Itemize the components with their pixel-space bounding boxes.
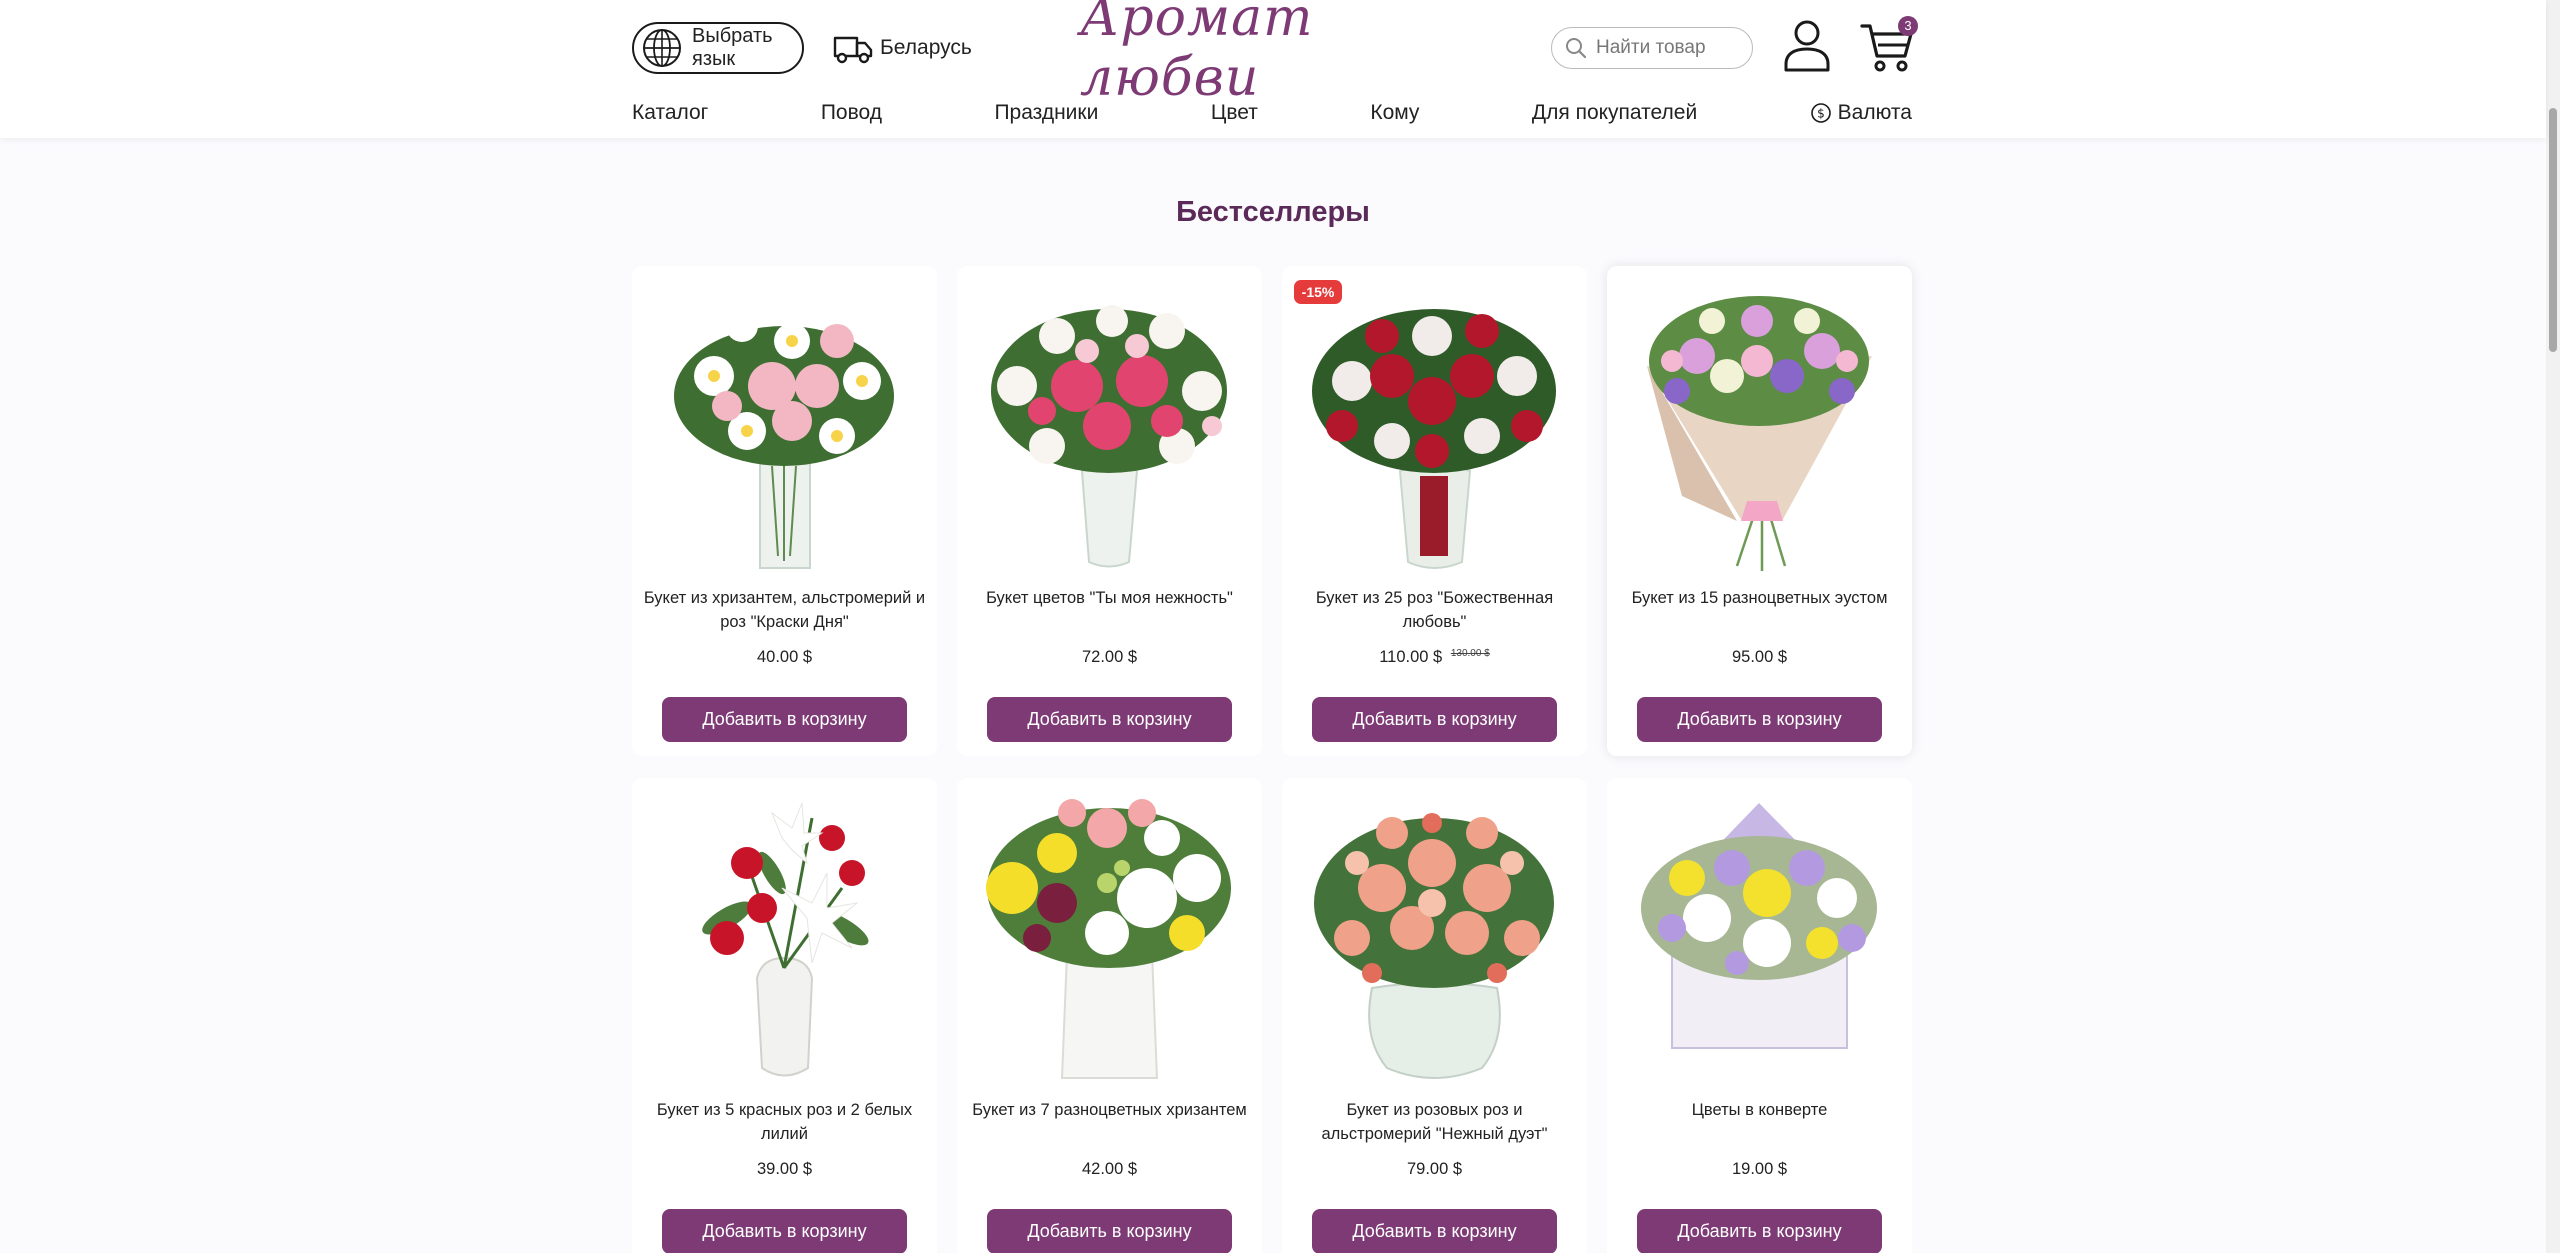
currency-icon: $ (1810, 103, 1831, 123)
add-to-cart-button[interactable]: Добавить в корзину (987, 1209, 1232, 1253)
search-input[interactable] (1596, 37, 1746, 59)
nav-catalog[interactable]: Каталог (632, 101, 708, 125)
site-logo[interactable]: Аромат любви (1080, 0, 1440, 108)
product-card: Букет из 5 красных роз и 2 белых лилий 3… (632, 778, 937, 1253)
current-price: 110.00 $ (1379, 648, 1443, 666)
globe-icon (643, 29, 681, 67)
product-card: Букет из 15 разноцветных эустом 95.00 $ … (1607, 266, 1912, 756)
site-header: Выбрать язык Беларусь Аромат любви 3 (0, 0, 2546, 138)
product-image[interactable] (1282, 778, 1587, 1088)
search-icon (1566, 38, 1587, 59)
product-price: 19.00 $ (1607, 1160, 1912, 1179)
product-price: 40.00 $ (632, 648, 937, 667)
product-price: 95.00 $ (1607, 648, 1912, 667)
add-to-cart-button[interactable]: Добавить в корзину (1312, 1209, 1557, 1253)
product-grid: Букет из хризантем, альстромерий и роз "… (632, 266, 1912, 1253)
current-price: 19.00 $ (1731, 1160, 1788, 1178)
product-image[interactable] (1607, 266, 1912, 576)
product-image[interactable] (632, 778, 937, 1088)
product-name[interactable]: Букет из хризантем, альстромерий и роз "… (642, 586, 927, 638)
nav-for-customers[interactable]: Для покупателей (1532, 101, 1697, 125)
main-nav: Каталог Повод Праздники Цвет Кому Для по… (632, 98, 1912, 128)
language-button-label: Выбрать язык (692, 25, 773, 70)
cart-count-badge: 3 (1898, 16, 1918, 36)
current-price: 95.00 $ (1731, 648, 1788, 666)
product-card: Букет цветов "Ты моя нежность" 72.00 $ Д… (957, 266, 1262, 756)
product-name[interactable]: Букет из 5 красных роз и 2 белых лилий (642, 1098, 927, 1150)
product-name[interactable]: Букет цветов "Ты моя нежность" (967, 586, 1252, 638)
add-to-cart-button[interactable]: Добавить в корзину (987, 697, 1232, 742)
product-price: 72.00 $ (957, 648, 1262, 667)
product-name[interactable]: Цветы в конверте (1617, 1098, 1902, 1150)
product-image[interactable] (632, 266, 937, 576)
add-to-cart-button[interactable]: Добавить в корзину (1637, 1209, 1882, 1253)
current-price: 72.00 $ (1081, 648, 1138, 666)
region-label: Беларусь (880, 36, 972, 59)
product-name[interactable]: Букет из розовых роз и альстромерий "Неж… (1292, 1098, 1577, 1150)
product-name[interactable]: Букет из 25 роз "Божественная любовь" (1292, 586, 1577, 638)
current-price: 42.00 $ (1081, 1160, 1138, 1178)
add-to-cart-button[interactable]: Добавить в корзину (1312, 697, 1557, 742)
product-card: -15% Букет из 25 роз "Божественная любов… (1282, 266, 1587, 756)
user-icon[interactable] (1782, 18, 1832, 72)
product-card: Букет из розовых роз и альстромерий "Неж… (1282, 778, 1587, 1253)
product-card: Букет из 7 разноцветных хризантем 42.00 … (957, 778, 1262, 1253)
section-title: Бестселлеры (1176, 196, 1370, 228)
old-price: 130.00 $ (1450, 648, 1490, 659)
current-price: 40.00 $ (756, 648, 813, 666)
current-price: 79.00 $ (1406, 1160, 1463, 1178)
product-price: 110.00 $ 130.00 $ (1282, 648, 1587, 667)
nav-holidays[interactable]: Праздники (994, 101, 1098, 125)
nav-currency[interactable]: $ Валюта (1810, 101, 1912, 125)
product-card: Букет из хризантем, альстромерий и роз "… (632, 266, 937, 756)
language-button[interactable]: Выбрать язык (632, 22, 804, 74)
product-image[interactable] (957, 266, 1262, 576)
current-price: 39.00 $ (756, 1160, 813, 1178)
product-name[interactable]: Букет из 15 разноцветных эустом (1617, 586, 1902, 638)
nav-recipient[interactable]: Кому (1370, 101, 1419, 125)
cart-button[interactable]: 3 (1860, 16, 1920, 74)
product-card: Цветы в конверте 19.00 $ Добавить в корз… (1607, 778, 1912, 1253)
search-box[interactable] (1551, 27, 1753, 69)
truck-icon (833, 36, 873, 64)
product-image[interactable] (1607, 778, 1912, 1088)
currency-label: Валюта (1837, 101, 1912, 124)
scrollbar-thumb[interactable] (2549, 108, 2557, 352)
product-price: 79.00 $ (1282, 1160, 1587, 1179)
add-to-cart-button[interactable]: Добавить в корзину (662, 697, 907, 742)
add-to-cart-button[interactable]: Добавить в корзину (662, 1209, 907, 1253)
add-to-cart-button[interactable]: Добавить в корзину (1637, 697, 1882, 742)
product-price: 42.00 $ (957, 1160, 1262, 1179)
page-scrollbar[interactable] (2546, 0, 2560, 1253)
svg-text:$: $ (1817, 107, 1825, 121)
product-image[interactable] (1282, 266, 1587, 576)
nav-color[interactable]: Цвет (1211, 101, 1258, 125)
discount-badge: -15% (1294, 280, 1342, 304)
nav-occasion[interactable]: Повод (821, 101, 882, 125)
product-name[interactable]: Букет из 7 разноцветных хризантем (967, 1098, 1252, 1150)
product-price: 39.00 $ (632, 1160, 937, 1179)
delivery-region[interactable]: Беларусь (832, 28, 972, 68)
product-image[interactable] (957, 778, 1262, 1088)
